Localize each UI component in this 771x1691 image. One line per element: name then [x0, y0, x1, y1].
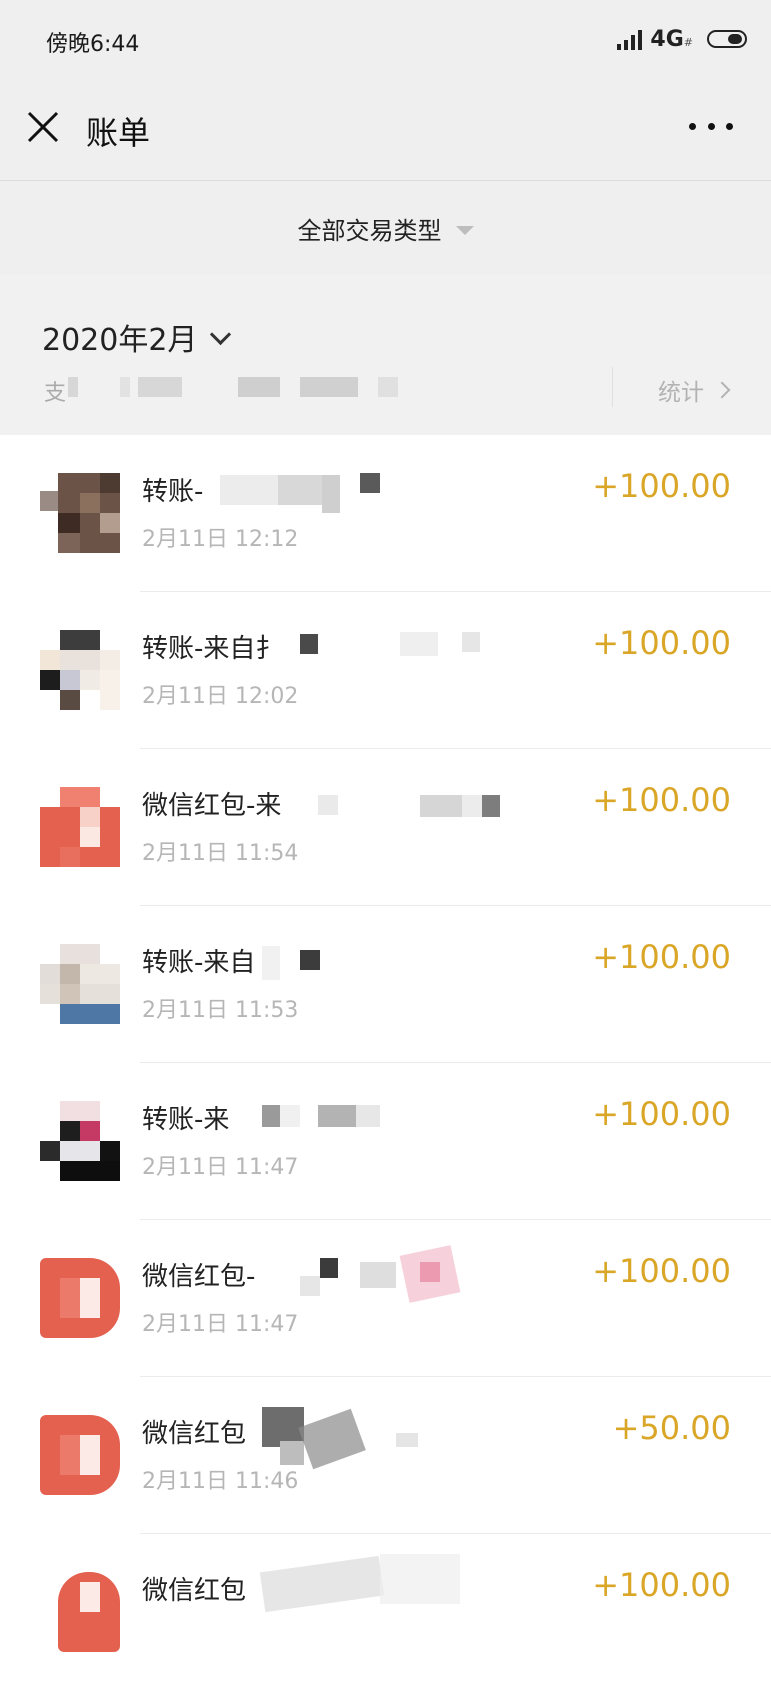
red-packet-icon [40, 1258, 120, 1338]
blurred-name [322, 475, 340, 513]
blurred-summary [68, 377, 78, 397]
blurred-name [462, 632, 480, 652]
filter-label: 全部交易类型 [297, 216, 442, 245]
blurred-name [220, 475, 278, 505]
transaction-row[interactable]: 转账-来自 2月11日 11:53 +100.00 [0, 906, 771, 1063]
month-summary: 支 [44, 381, 67, 406]
avatar [40, 473, 120, 553]
transaction-row[interactable]: 微信红包- 2月11日 11:47 +100.00 [0, 1220, 771, 1377]
blurred-name [482, 795, 500, 817]
transaction-title: 转账-来自扌 [142, 634, 282, 664]
transaction-row[interactable]: 转账-来自扌 2月11日 12:02 +100.00 [0, 592, 771, 749]
transaction-amount: +100.00 [592, 1252, 731, 1290]
blurred-summary [138, 377, 182, 397]
divider [612, 367, 613, 407]
page-title: 账单 [86, 114, 151, 152]
status-indicators: 4G# [617, 24, 747, 54]
month-label: 2020年2月 [42, 323, 198, 358]
blurred-summary [238, 377, 280, 397]
transaction-title: 微信红包-来 [142, 791, 282, 821]
transaction-time: 2月11日 12:02 [142, 684, 299, 709]
transaction-row[interactable]: 转账- 2月11日 12:12 +100.00 [0, 435, 771, 592]
blurred-name [278, 475, 322, 505]
transaction-time: 2月11日 11:47 [142, 1155, 299, 1180]
transaction-time: 2月11日 12:12 [142, 527, 299, 552]
red-packet-icon [40, 787, 120, 867]
chevron-down-icon [210, 323, 232, 345]
blurred-name [380, 1554, 460, 1604]
transaction-amount: +100.00 [592, 938, 731, 976]
transaction-amount: +100.00 [592, 781, 731, 819]
blurred-name [280, 1441, 304, 1465]
blurred-name [420, 795, 462, 817]
blurred-name [400, 632, 438, 656]
blurred-name [360, 1262, 396, 1288]
blurred-name [356, 1105, 380, 1127]
transaction-title: 转账-来 [142, 1105, 230, 1135]
stats-label: 统计 [658, 380, 704, 406]
avatar [40, 1101, 120, 1181]
transaction-amount: +100.00 [592, 624, 731, 662]
caret-down-icon [455, 225, 474, 235]
blurred-name [300, 634, 318, 654]
month-selector[interactable]: 2020年2月 [42, 315, 232, 359]
blurred-name [396, 1433, 418, 1447]
blurred-name [262, 1105, 280, 1127]
transaction-amount: +100.00 [592, 467, 731, 505]
transaction-row[interactable]: 转账-来 2月11日 11:47 +100.00 [0, 1063, 771, 1220]
network-type: 4G# [650, 26, 693, 52]
blurred-name [320, 1258, 338, 1278]
battery-icon [707, 30, 747, 48]
blurred-summary [378, 377, 398, 397]
month-header: 2020年2月 支 统计 [0, 275, 771, 435]
transaction-title: 转账-来自 [142, 948, 256, 978]
avatar [40, 944, 120, 1024]
transaction-time: 2月11日 11:53 [142, 998, 299, 1023]
transaction-time: 2月11日 11:47 [142, 1312, 299, 1337]
transaction-row[interactable]: 微信红包 2月11日 11:46 +50.00 [0, 1377, 771, 1534]
blurred-name [318, 795, 338, 815]
blurred-name [259, 1555, 385, 1613]
blurred-name [360, 473, 380, 493]
blurred-summary [300, 377, 358, 397]
status-bar: 傍晚6:44 4G# [0, 0, 771, 82]
blurred-summary [120, 377, 130, 397]
transaction-amount: +100.00 [592, 1566, 731, 1604]
chevron-right-icon [713, 381, 731, 399]
blurred-name [318, 1105, 356, 1127]
close-icon[interactable] [26, 110, 60, 144]
nav-bar: 账单 [0, 82, 771, 181]
status-time: 傍晚6:44 [46, 32, 140, 57]
transaction-title: 微信红包- [142, 1262, 256, 1292]
red-packet-icon [40, 1415, 120, 1495]
blurred-name [300, 1276, 320, 1296]
transaction-title: 转账- [142, 477, 204, 507]
transaction-title: 微信红包 [142, 1419, 247, 1449]
avatar [40, 630, 120, 710]
red-packet-icon [40, 1572, 120, 1652]
transaction-time: 2月11日 11:46 [142, 1469, 299, 1494]
transaction-list: 转账- 2月11日 12:12 +100.00 转账-来自扌 2月11日 12:… [0, 435, 771, 1691]
blurred-name [298, 1408, 366, 1470]
more-options-icon[interactable] [689, 116, 733, 136]
blurred-name [300, 950, 320, 970]
transaction-row[interactable]: 微信红包-来 2月11日 11:54 +100.00 [0, 749, 771, 906]
transaction-amount: +100.00 [592, 1095, 731, 1133]
transaction-row[interactable]: 微信红包 +100.00 [0, 1534, 771, 1691]
transaction-time: 2月11日 11:54 [142, 841, 299, 866]
blurred-name [420, 1262, 440, 1282]
transaction-amount: +50.00 [612, 1409, 731, 1447]
blurred-name [280, 1105, 300, 1127]
signal-icon [617, 28, 643, 50]
stats-link[interactable]: 统计 [658, 373, 731, 407]
blurred-name [462, 795, 482, 817]
transaction-title: 微信红包 [142, 1576, 247, 1606]
transaction-type-filter[interactable]: 全部交易类型 [0, 181, 771, 275]
blurred-name [262, 946, 280, 980]
